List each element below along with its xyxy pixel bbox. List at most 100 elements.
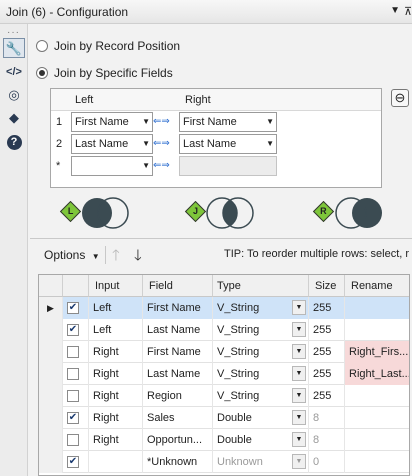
code-icon[interactable]: </> xyxy=(3,62,25,82)
join-by-position-option[interactable]: Join by Record Position xyxy=(36,38,180,54)
row-selector[interactable] xyxy=(39,363,63,385)
field-column-header[interactable]: Field xyxy=(143,275,213,297)
rename-cell[interactable] xyxy=(345,451,409,473)
chevron-down-icon: ▼ xyxy=(266,139,274,148)
field-cell[interactable]: *Unknown xyxy=(143,451,213,473)
include-checkbox[interactable] xyxy=(67,368,79,380)
chevron-down-icon[interactable]: ▼ xyxy=(292,322,306,337)
include-checkbox[interactable]: ✔ xyxy=(67,456,79,468)
size-cell[interactable]: 255 xyxy=(309,385,345,407)
size-cell[interactable]: 255 xyxy=(309,319,345,341)
row-selector[interactable] xyxy=(39,385,63,407)
include-checkbox[interactable] xyxy=(67,390,79,402)
chevron-down-icon[interactable]: ▼ xyxy=(292,366,306,381)
input-column-header[interactable]: Input xyxy=(89,275,143,297)
type-value: Unknown xyxy=(217,456,263,468)
remove-row-button[interactable]: ⊖ xyxy=(391,89,409,107)
include-checkbox[interactable] xyxy=(67,346,79,358)
tag-icon[interactable]: ◆ xyxy=(3,108,25,128)
type-cell[interactable]: Double ▼ xyxy=(213,407,309,429)
type-cell[interactable]: V_String ▼ xyxy=(213,363,309,385)
left-field-select[interactable]: First Name ▼ xyxy=(71,112,153,132)
move-up-icon[interactable]: 🡑 xyxy=(112,245,120,270)
include-checkbox[interactable] xyxy=(67,434,79,446)
right-field-select[interactable]: Last Name ▼ xyxy=(179,134,277,154)
left-field-select[interactable]: Last Name ▼ xyxy=(71,134,153,154)
inner-output-anchor[interactable]: J xyxy=(184,200,207,223)
type-cell[interactable]: V_String ▼ xyxy=(213,341,309,363)
radio-button[interactable] xyxy=(36,40,48,52)
size-column-header[interactable]: Size xyxy=(309,275,345,297)
right-join-venn-icon[interactable] xyxy=(334,196,384,230)
row-selector[interactable] xyxy=(39,341,63,363)
type-cell[interactable]: Double ▼ xyxy=(213,429,309,451)
table-row[interactable]: ✔ Right Sales Double ▼ 8 xyxy=(39,407,409,429)
type-cell[interactable]: V_String ▼ xyxy=(213,297,309,319)
chevron-down-icon[interactable]: ▼ xyxy=(292,410,306,425)
include-checkbox[interactable]: ✔ xyxy=(67,302,79,314)
left-field-select[interactable]: ▼ xyxy=(71,156,153,176)
size-cell[interactable]: 255 xyxy=(309,341,345,363)
right-output-anchor[interactable]: R xyxy=(312,200,335,223)
field-cell[interactable]: Last Name xyxy=(143,363,213,385)
size-cell[interactable]: 255 xyxy=(309,363,345,385)
table-row[interactable]: ▶ ✔ Left First Name V_String ▼ 255 xyxy=(39,297,409,319)
field-cell[interactable]: Last Name xyxy=(143,319,213,341)
chevron-down-icon[interactable]: ▼ xyxy=(292,344,306,359)
rename-cell[interactable] xyxy=(345,407,409,429)
field-cell[interactable]: Opportun... xyxy=(143,429,213,451)
row-selector[interactable] xyxy=(39,407,63,429)
field-cell[interactable]: First Name xyxy=(143,297,213,319)
rename-cell[interactable]: Right_Last... xyxy=(345,363,409,385)
field-cell[interactable]: Region xyxy=(143,385,213,407)
table-row[interactable]: Right Last Name V_String ▼ 255 Right_Last... xyxy=(39,363,409,385)
left-join-venn-icon[interactable] xyxy=(80,196,130,230)
left-output-anchor[interactable]: L xyxy=(59,200,82,223)
table-row[interactable]: Right Region V_String ▼ 255 xyxy=(39,385,409,407)
chevron-down-icon[interactable]: ▼ xyxy=(292,388,306,403)
rename-cell[interactable] xyxy=(345,385,409,407)
rename-column-header[interactable]: Rename xyxy=(345,275,409,297)
help-icon[interactable]: ? xyxy=(3,131,25,151)
move-down-icon[interactable]: 🡓 xyxy=(134,245,142,270)
network-icon[interactable]: ◎ xyxy=(3,85,25,105)
input-cell: Right xyxy=(89,429,143,451)
right-field-select[interactable] xyxy=(179,156,277,176)
chevron-down-icon[interactable]: ▼ xyxy=(292,454,306,469)
table-row[interactable]: ✔ Left Last Name V_String ▼ 255 xyxy=(39,319,409,341)
type-cell[interactable]: V_String ▼ xyxy=(213,319,309,341)
radio-button-selected[interactable] xyxy=(36,67,48,79)
chevron-down-icon[interactable]: ▼ xyxy=(292,432,306,447)
table-row[interactable]: ✔ *Unknown Unknown ▼ 0 xyxy=(39,451,409,473)
wrench-icon[interactable]: 🔧 xyxy=(3,38,25,58)
include-checkbox[interactable]: ✔ xyxy=(67,324,79,336)
options-menu-button[interactable]: Options ▼ xyxy=(44,248,100,262)
row-selector[interactable] xyxy=(39,319,63,341)
field-cell[interactable]: First Name xyxy=(143,341,213,363)
rename-cell[interactable]: Right_Firs... xyxy=(345,341,409,363)
pin-icon[interactable]: ⊼ xyxy=(404,5,412,18)
include-checkbox[interactable]: ✔ xyxy=(67,412,79,424)
row-selector[interactable]: ▶ xyxy=(39,297,63,319)
type-cell[interactable]: Unknown ▼ xyxy=(213,451,309,473)
type-column-header[interactable]: Type xyxy=(213,275,309,297)
rename-cell[interactable] xyxy=(345,319,409,341)
size-cell[interactable]: 8 xyxy=(309,429,345,451)
join-by-fields-option[interactable]: Join by Specific Fields xyxy=(36,65,173,81)
size-cell[interactable]: 8 xyxy=(309,407,345,429)
field-cell[interactable]: Sales xyxy=(143,407,213,429)
table-row[interactable]: Right First Name V_String ▼ 255 Right_Firs... xyxy=(39,341,409,363)
type-cell[interactable]: V_String ▼ xyxy=(213,385,309,407)
size-cell[interactable]: 255 xyxy=(309,297,345,319)
rename-cell[interactable] xyxy=(345,429,409,451)
row-selector[interactable] xyxy=(39,451,63,473)
right-field-select[interactable]: First Name ▼ xyxy=(179,112,277,132)
chevron-down-icon[interactable]: ▼ xyxy=(292,300,306,315)
panel-menu-icon[interactable]: ▼ xyxy=(390,5,400,16)
row-selector[interactable] xyxy=(39,429,63,451)
table-row[interactable]: Right Opportun... Double ▼ 8 xyxy=(39,429,409,451)
rename-cell[interactable] xyxy=(345,297,409,319)
options-label: Options xyxy=(44,248,86,262)
size-cell[interactable]: 0 xyxy=(309,451,345,473)
inner-join-venn-icon[interactable] xyxy=(205,196,255,230)
